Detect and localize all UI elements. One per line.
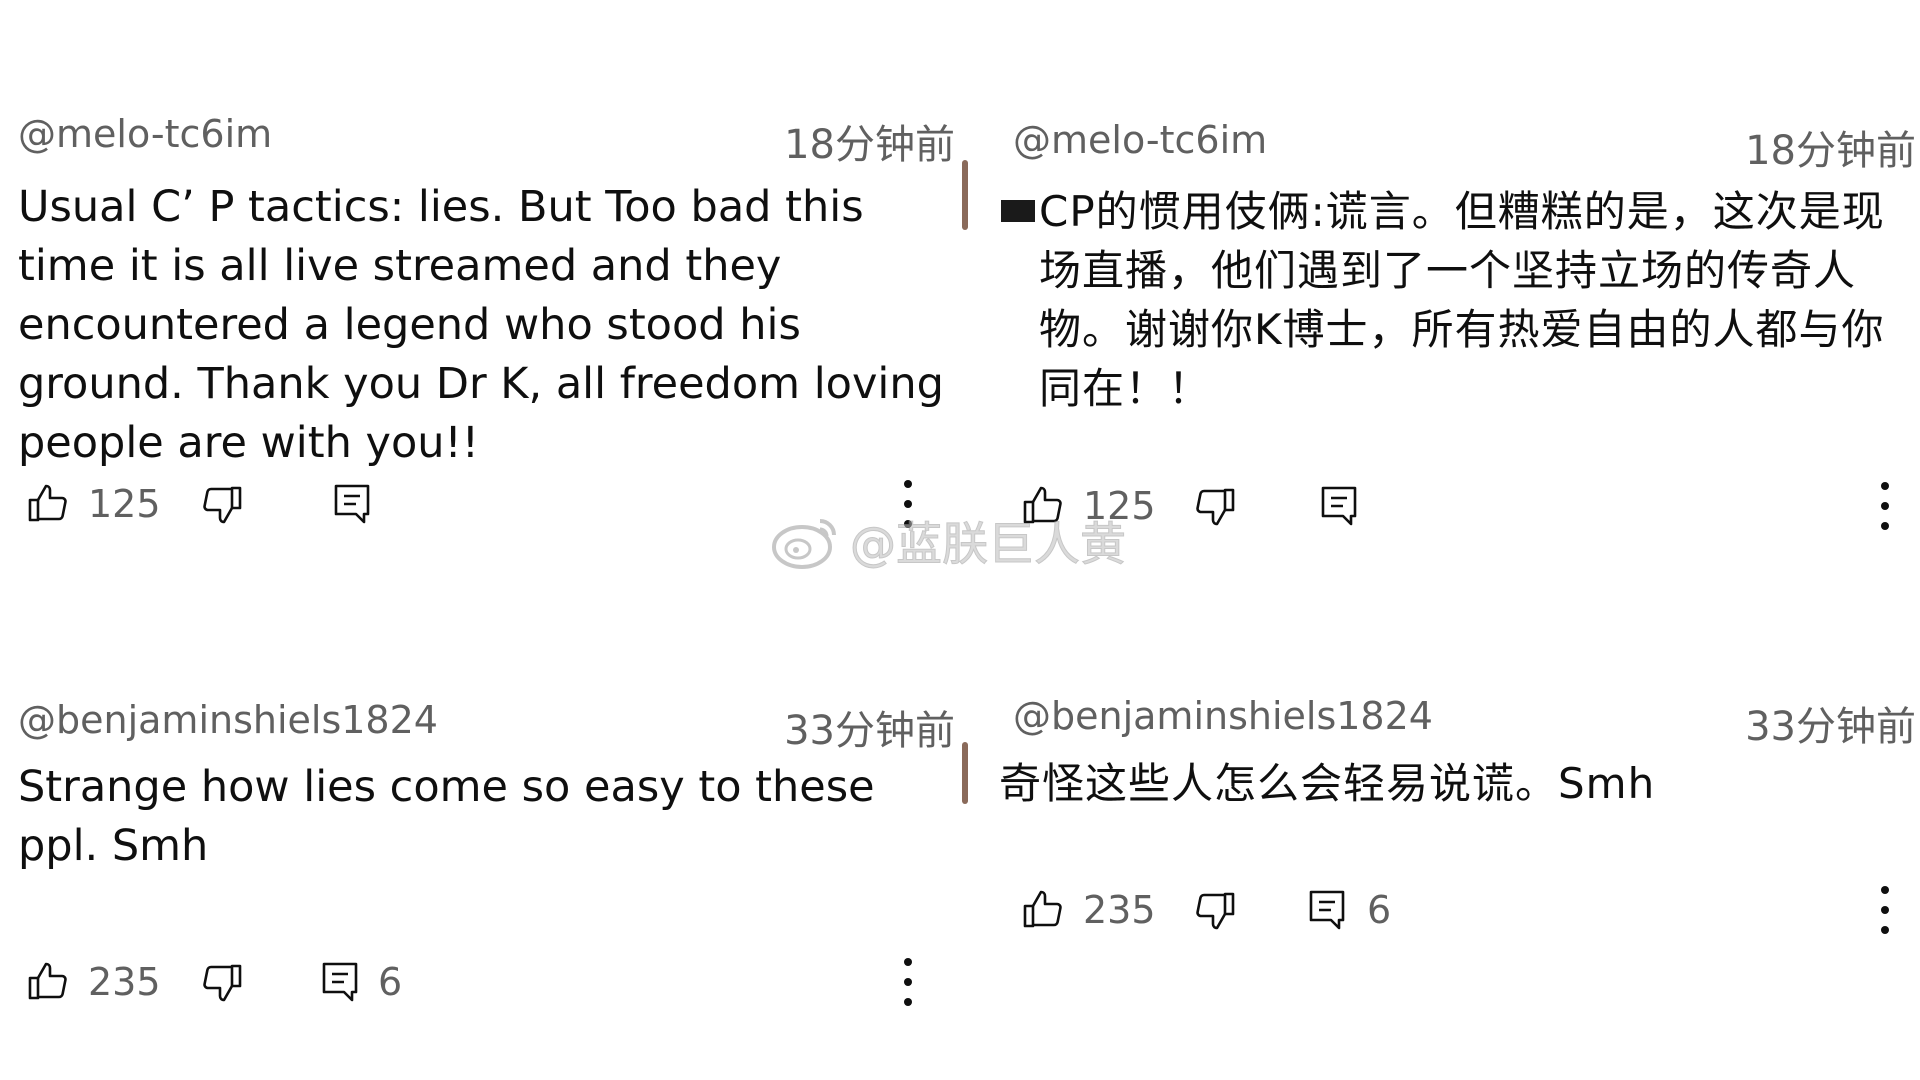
comment-icon xyxy=(322,962,358,1002)
like-count: 235 xyxy=(88,960,161,1004)
right-comment-panel: @melo-tc6im 18分钟前 CP的惯用伎俩:谎言。但糟糕的是，这次是现场… xyxy=(977,104,1920,1080)
dislike-button[interactable] xyxy=(1191,880,1239,940)
more-vertical-icon xyxy=(1881,482,1889,530)
comment-item: @benjaminshiels1824 33分钟前 奇怪这些人怎么会轻易说谎。S… xyxy=(977,694,1920,1074)
comment-header: @benjaminshiels1824 33分钟前 xyxy=(995,694,1920,750)
like-button[interactable] xyxy=(1019,880,1067,940)
comment-timestamp: 33分钟前 xyxy=(784,708,955,754)
comment-text: Strange how lies come so easy to these p… xyxy=(18,762,875,871)
comment-icon xyxy=(1321,486,1357,526)
thumbs-down-icon xyxy=(203,486,242,524)
comment-icon xyxy=(1309,890,1345,930)
comment-item: @melo-tc6im 18分钟前 CP的惯用伎俩:谎言。但糟糕的是，这次是现场… xyxy=(977,118,1920,538)
left-comment-panel: @melo-tc6im 18分钟前 Usual C’ P tactics: li… xyxy=(0,104,963,1080)
more-vertical-icon xyxy=(1881,886,1889,934)
dislike-button[interactable] xyxy=(198,952,246,1012)
reply-count: 6 xyxy=(1367,888,1392,932)
more-options-button[interactable] xyxy=(1877,476,1893,536)
comment-actions: 125 xyxy=(995,476,1920,536)
thumbs-down-icon xyxy=(203,964,242,1002)
thumbs-up-icon xyxy=(1023,890,1062,928)
dislike-button[interactable] xyxy=(198,474,246,534)
thumbs-down-icon xyxy=(1196,892,1235,930)
comment-header: @melo-tc6im 18分钟前 xyxy=(995,118,1920,174)
like-button[interactable] xyxy=(24,952,72,1012)
reply-button[interactable] xyxy=(1315,476,1363,536)
comment-actions: 235 6 xyxy=(995,880,1920,940)
watermark-text: @蓝朕巨人黄 xyxy=(850,517,1127,572)
like-button[interactable] xyxy=(24,474,72,534)
panel-edge-mark xyxy=(962,160,968,230)
thumbs-up-icon xyxy=(28,962,67,1000)
thumbs-up-icon xyxy=(28,484,67,522)
comment-timestamp: 33分钟前 xyxy=(1745,704,1916,750)
comment-timestamp: 18分钟前 xyxy=(784,122,955,168)
comment-header: @benjaminshiels1824 33分钟前 xyxy=(18,698,963,754)
redaction-mark xyxy=(1001,200,1035,222)
like-count: 235 xyxy=(1083,888,1156,932)
comment-item: @melo-tc6im 18分钟前 Usual C’ P tactics: li… xyxy=(0,112,963,532)
reply-button[interactable] xyxy=(1303,880,1351,940)
comment-item: @benjaminshiels1824 33分钟前 Strange how li… xyxy=(0,698,963,1078)
reply-button[interactable] xyxy=(316,952,364,1012)
comment-actions: 235 6 xyxy=(18,952,963,1012)
thumbs-down-icon xyxy=(1196,488,1235,526)
reply-button[interactable] xyxy=(328,474,376,534)
comment-author-handle[interactable]: @melo-tc6im xyxy=(1013,118,1267,162)
comment-text: Usual C’ P tactics: lies. But Too bad th… xyxy=(18,182,944,468)
comment-icon xyxy=(334,484,370,524)
panel-edge-mark xyxy=(962,742,968,804)
comment-header: @melo-tc6im 18分钟前 xyxy=(18,112,963,168)
more-options-button[interactable] xyxy=(1877,880,1893,940)
more-vertical-icon xyxy=(904,958,912,1006)
comment-timestamp: 18分钟前 xyxy=(1745,128,1916,174)
more-options-button[interactable] xyxy=(900,952,916,1012)
dislike-button[interactable] xyxy=(1191,476,1239,536)
comment-author-handle[interactable]: @melo-tc6im xyxy=(18,112,272,156)
comment-text: 奇怪这些人怎么会轻易说谎。Smh xyxy=(999,759,1656,808)
comment-author-handle[interactable]: @benjaminshiels1824 xyxy=(1013,694,1433,738)
reply-count: 6 xyxy=(378,960,403,1004)
watermark: @蓝朕巨人黄 xyxy=(770,508,1127,574)
comment-text: CP的惯用伎俩:谎言。但糟糕的是，这次是现场直播，他们遇到了一个坚持立场的传奇人… xyxy=(1039,187,1885,413)
weibo-icon xyxy=(772,519,836,569)
comment-author-handle[interactable]: @benjaminshiels1824 xyxy=(18,698,438,742)
like-count: 125 xyxy=(88,482,161,526)
